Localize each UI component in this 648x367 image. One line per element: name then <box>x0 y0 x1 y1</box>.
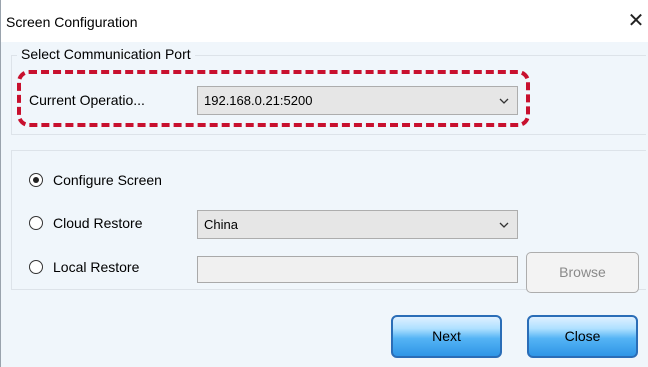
local-restore-label[interactable]: Local Restore <box>53 259 139 275</box>
title-bar: Screen Configuration ✕ <box>1 0 648 42</box>
chevron-down-icon <box>499 222 509 228</box>
local-path-input[interactable] <box>197 256 518 283</box>
cloud-region-select[interactable]: China <box>197 210 518 239</box>
highlight-annotation <box>17 70 530 127</box>
cloud-restore-label[interactable]: Cloud Restore <box>53 215 143 231</box>
close-button[interactable]: Close <box>527 315 638 358</box>
configure-screen-radio[interactable] <box>29 173 43 187</box>
cloud-restore-radio[interactable] <box>29 216 43 230</box>
communication-port-legend: Select Communication Port <box>17 46 195 62</box>
configure-screen-label[interactable]: Configure Screen <box>53 172 162 188</box>
browse-button[interactable]: Browse <box>526 252 639 293</box>
screen-configuration-dialog: Screen Configuration ✕ Select Communicat… <box>0 0 648 367</box>
next-button[interactable]: Next <box>391 315 502 358</box>
cloud-region-value: China <box>204 217 238 232</box>
window-title: Screen Configuration <box>6 14 138 30</box>
local-restore-radio[interactable] <box>29 260 43 274</box>
close-icon[interactable]: ✕ <box>625 8 647 34</box>
